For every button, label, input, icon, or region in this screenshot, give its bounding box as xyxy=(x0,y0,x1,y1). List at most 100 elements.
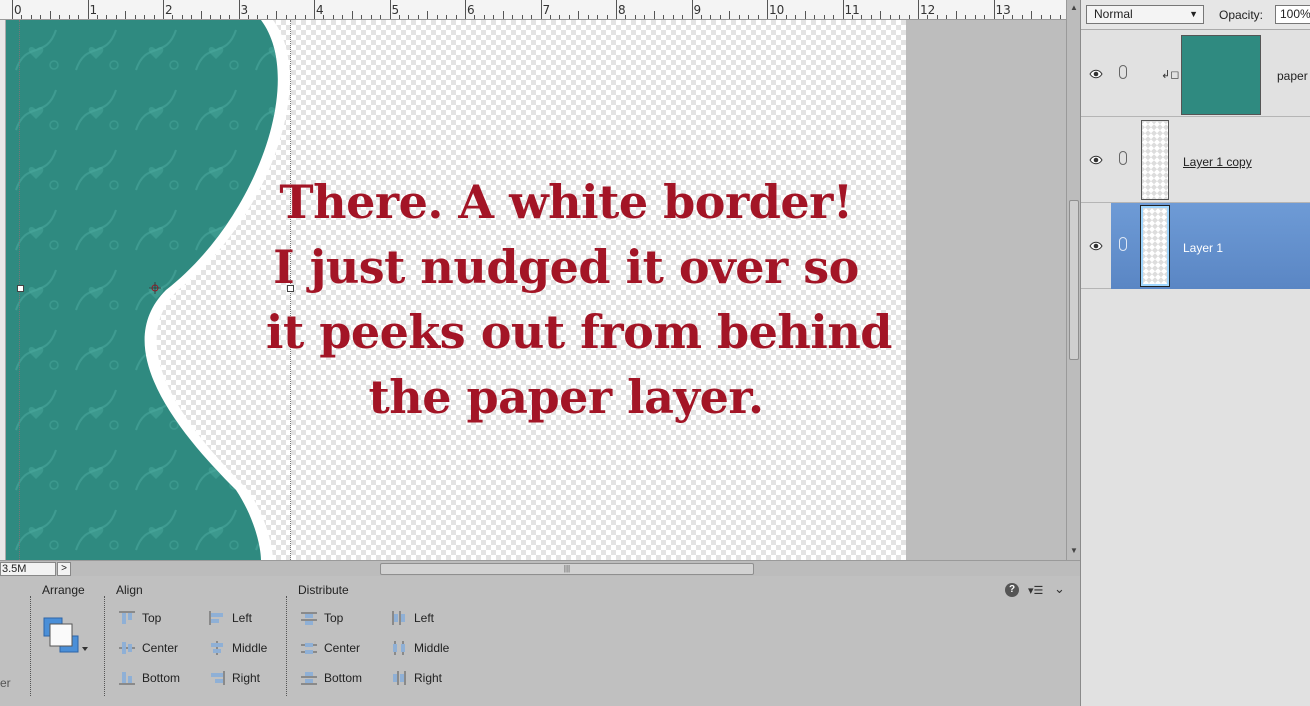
reference-point-icon[interactable] xyxy=(149,282,161,294)
horizontal-scroll-thumb[interactable]: ||| xyxy=(380,563,754,575)
ruler-minor-tick xyxy=(653,11,655,19)
ruler-minor-tick xyxy=(719,15,721,19)
ruler-minor-tick xyxy=(1031,11,1033,19)
distribute-middle-button[interactable]: Middle xyxy=(390,638,449,658)
layer-row-layer-1[interactable]: Layer 1 xyxy=(1081,203,1310,289)
distribute-left-button[interactable]: Left xyxy=(390,608,434,628)
link-icon[interactable] xyxy=(1119,65,1127,79)
ruler-minor-tick xyxy=(247,15,249,19)
ruler-minor-tick xyxy=(682,15,684,19)
arrange-button[interactable] xyxy=(42,616,90,656)
ruler-minor-tick xyxy=(851,15,853,19)
ruler-minor-tick xyxy=(625,15,627,19)
ruler-minor-tick xyxy=(172,15,174,19)
scroll-down-icon[interactable]: ▼ xyxy=(1070,546,1078,555)
ruler-minor-tick xyxy=(181,15,183,19)
distribute-bottom-icon xyxy=(301,672,317,685)
scroll-up-icon[interactable]: ▲ xyxy=(1070,3,1078,12)
document-canvas[interactable]: There. A white border! I just nudged it … xyxy=(6,20,906,560)
status-expand-button[interactable]: > xyxy=(57,562,71,576)
align-bottom-button[interactable]: Bottom xyxy=(118,668,180,688)
align-middle-label: Middle xyxy=(232,641,268,655)
ruler-minor-tick xyxy=(578,11,580,19)
ruler-minor-tick xyxy=(493,15,495,19)
ruler-major-tick xyxy=(918,0,919,19)
ruler-minor-tick xyxy=(927,15,929,19)
ruler-major-tick xyxy=(993,0,995,19)
tool-options-bar: er Arrange Align Top Center Bottom Left … xyxy=(0,576,1080,706)
ruler-minor-tick xyxy=(757,15,759,19)
distribute-top-button[interactable]: Top xyxy=(300,608,343,628)
layer-thumbnail-paper[interactable] xyxy=(1181,35,1261,115)
ruler-major-tick xyxy=(767,0,768,19)
ruler-minor-tick xyxy=(446,15,448,19)
align-right-button[interactable]: Right xyxy=(208,668,260,688)
opacity-input[interactable]: 100% xyxy=(1275,5,1310,24)
layer-row-layer-1-copy[interactable]: Layer 1 copy xyxy=(1081,117,1310,203)
ruler-minor-tick xyxy=(880,11,882,19)
eye-icon[interactable] xyxy=(1089,240,1103,252)
arrange-section-title: Arrange xyxy=(42,583,85,597)
layer-thumbnail-layer-1-copy[interactable] xyxy=(1141,120,1169,200)
align-right-icon xyxy=(211,671,225,685)
ruler-minor-tick xyxy=(21,15,23,19)
ruler-minor-tick xyxy=(1040,15,1042,19)
ruler-minor-tick xyxy=(125,11,127,19)
ruler-minor-tick xyxy=(729,11,731,19)
align-bottom-label: Bottom xyxy=(142,671,181,685)
align-left-button[interactable]: Left xyxy=(208,608,252,628)
ruler-minor-tick xyxy=(908,15,910,19)
ruler-minor-tick xyxy=(266,15,268,19)
eye-icon[interactable] xyxy=(1089,68,1103,80)
horizontal-ruler[interactable]: 0 1 2 3 4 5 6 7 8 9 10 11 12 13 xyxy=(0,0,1066,20)
distribute-middle-icon xyxy=(393,641,405,655)
text-line-4: the paper layer. xyxy=(368,370,764,424)
layers-panel-header: Normal ▼ Opacity: 100% xyxy=(1081,0,1310,30)
ruler-minor-tick xyxy=(861,15,863,19)
distribute-right-button[interactable]: Right xyxy=(390,668,442,688)
align-top-icon xyxy=(119,611,135,624)
ruler-minor-tick xyxy=(436,15,438,19)
layer-thumbnail-layer-1[interactable] xyxy=(1140,205,1170,287)
link-icon[interactable] xyxy=(1119,151,1127,165)
eye-icon[interactable] xyxy=(1089,154,1103,166)
ruler-minor-tick xyxy=(1021,15,1023,19)
distribute-center-button[interactable]: Center xyxy=(300,638,360,658)
vertical-scrollbar[interactable]: ▲ ▼ xyxy=(1066,0,1080,560)
ruler-minor-tick xyxy=(521,15,523,19)
ruler-major-tick xyxy=(238,0,240,19)
ruler-minor-tick xyxy=(370,15,372,19)
ruler-minor-tick xyxy=(351,11,353,19)
ruler-minor-tick xyxy=(1050,15,1052,19)
ruler-minor-tick xyxy=(285,15,287,19)
canvas-text-layer: There. A white border! I just nudged it … xyxy=(266,170,892,430)
link-icon[interactable] xyxy=(1119,237,1127,251)
canvas-area[interactable]: There. A white border! I just nudged it … xyxy=(6,20,1066,560)
ruler-minor-tick xyxy=(30,15,32,19)
separator xyxy=(30,596,31,696)
layer-name-paper[interactable]: paper xyxy=(1277,69,1308,83)
transform-handle-left[interactable] xyxy=(17,285,24,292)
collapse-chevron-icon[interactable]: ⌄ xyxy=(1054,581,1065,597)
layer-name-layer-1-copy[interactable]: Layer 1 copy xyxy=(1183,155,1252,169)
distribute-bottom-button[interactable]: Bottom xyxy=(300,668,362,688)
document-size-status: 3.5M xyxy=(0,562,56,576)
ruler-minor-tick xyxy=(512,15,514,19)
align-middle-icon xyxy=(211,641,223,655)
ruler-minor-tick xyxy=(663,15,665,19)
horizontal-scrollbar[interactable]: 3.5M > ||| xyxy=(0,560,1080,576)
ruler-minor-tick xyxy=(955,11,957,19)
vertical-scroll-thumb[interactable] xyxy=(1069,200,1079,360)
align-middle-button[interactable]: Middle xyxy=(208,638,267,658)
layer-name-layer-1[interactable]: Layer 1 xyxy=(1183,241,1223,255)
ruler-minor-tick xyxy=(427,11,429,19)
blend-mode-select[interactable]: Normal ▼ xyxy=(1086,5,1204,24)
align-center-button[interactable]: Center xyxy=(118,638,178,658)
layer-row-paper[interactable]: ↲◻ paper xyxy=(1081,31,1310,117)
ruler-minor-tick xyxy=(323,15,325,19)
ruler-minor-tick xyxy=(68,15,70,19)
help-icon[interactable]: ? xyxy=(1005,583,1019,597)
text-line-1: There. A white border! xyxy=(279,175,853,229)
align-top-button[interactable]: Top xyxy=(118,608,161,628)
panel-menu-icon[interactable]: ▾☰ xyxy=(1028,584,1043,597)
